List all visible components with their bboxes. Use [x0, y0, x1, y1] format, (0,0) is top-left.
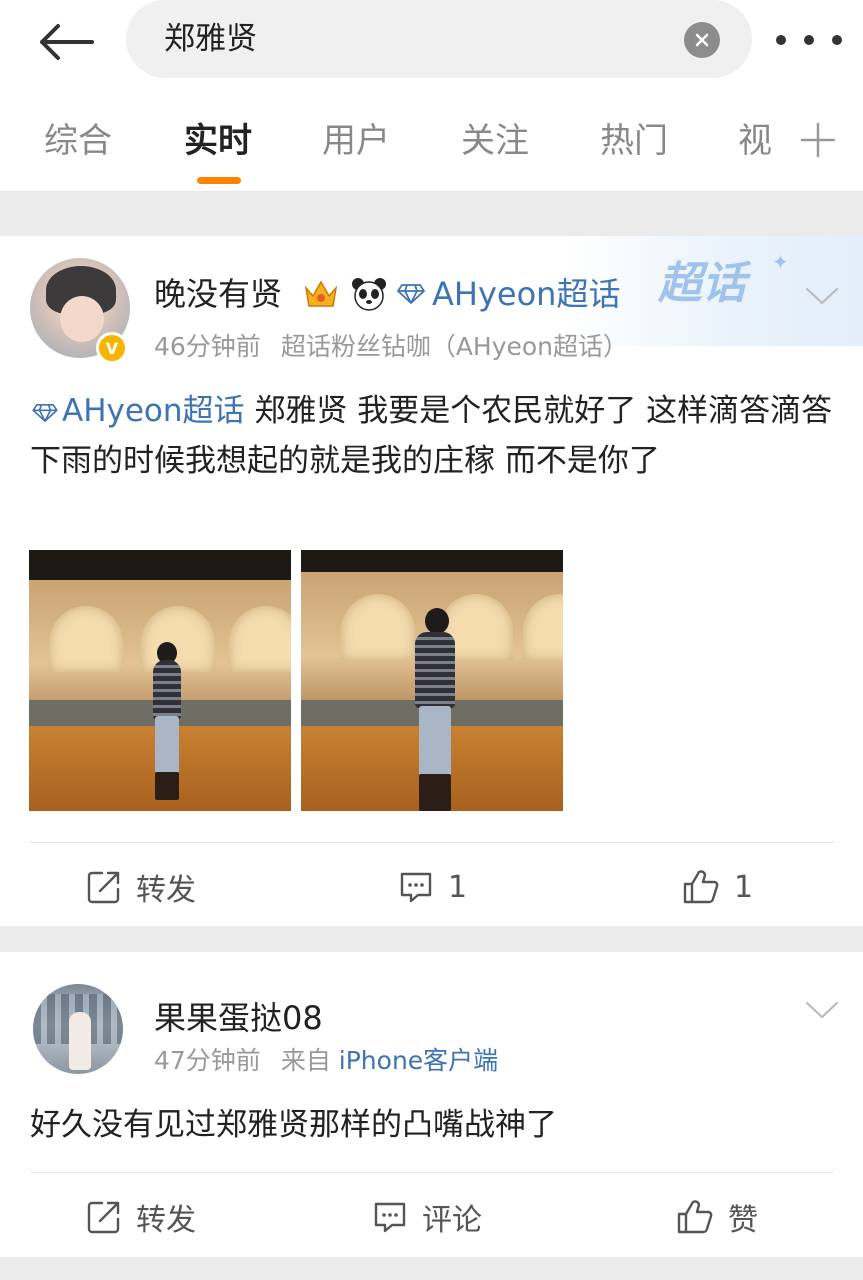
- post-username[interactable]: 晚没有贤: [154, 272, 282, 316]
- tab-comprehensive[interactable]: 综合: [44, 118, 112, 164]
- diamond-icon: [397, 284, 425, 304]
- search-tabs: 综合 实时 用户 关注 热门 视: [0, 100, 863, 192]
- avatar[interactable]: [33, 984, 123, 1074]
- post-image[interactable]: [301, 550, 563, 811]
- thumbs-up-icon: [683, 870, 719, 904]
- supertopic-link-label: AHyeon超话: [432, 275, 621, 313]
- repost-button[interactable]: 转发: [86, 1195, 196, 1239]
- post-meta: 46分钟前 超话粉丝钻咖（AHyeon超话）: [154, 330, 628, 364]
- add-tab-icon[interactable]: [798, 120, 838, 160]
- tab-hot[interactable]: 热门: [600, 118, 668, 164]
- comment-icon: [400, 872, 432, 903]
- post-meta: 47分钟前 来自 iPhone客户端: [154, 1044, 498, 1078]
- like-button[interactable]: 赞: [676, 1195, 758, 1239]
- post-action-bar: 转发 1 1: [30, 842, 834, 928]
- post-source: 超话粉丝钻咖（AHyeon超话）: [280, 332, 629, 361]
- tab-following[interactable]: 关注: [461, 118, 529, 164]
- comment-button[interactable]: 1: [398, 865, 467, 909]
- comment-button[interactable]: 评论: [372, 1195, 482, 1239]
- supertopic-watermark: 超话: [658, 258, 746, 309]
- post-username[interactable]: 果果蛋挞08: [154, 996, 323, 1040]
- inline-supertopic-label: AHyeon超话: [62, 393, 245, 429]
- crown-icon: [302, 275, 340, 313]
- verified-badge-icon: V: [96, 332, 128, 364]
- more-options-icon[interactable]: [776, 20, 842, 60]
- like-label: 赞: [728, 1203, 758, 1238]
- post-body: AHyeon超话 郑雅贤 我要是个农民就好了 这样滴答滴答下雨的时候我想起的就是…: [30, 386, 836, 486]
- post-time: 46分钟前: [154, 332, 261, 361]
- post-body: 好久没有见过郑雅贤那样的凸嘴战神了: [30, 1100, 836, 1150]
- like-button[interactable]: 1: [682, 865, 753, 909]
- sparkle-icon: ✦: [772, 250, 789, 274]
- post-text: 好久没有见过郑雅贤那样的凸嘴战神了: [30, 1107, 557, 1143]
- panda-icon: [350, 275, 388, 313]
- tab-users[interactable]: 用户: [322, 118, 390, 164]
- post-image[interactable]: [29, 550, 291, 811]
- active-tab-indicator: [197, 177, 241, 184]
- comment-count: 1: [448, 869, 468, 905]
- diamond-icon: [32, 404, 58, 422]
- repost-icon: [87, 871, 120, 904]
- back-arrow-icon[interactable]: [36, 18, 100, 66]
- search-input[interactable]: 郑雅贤: [126, 0, 752, 78]
- tab-realtime[interactable]: 实时: [184, 118, 252, 164]
- post-card: 果果蛋挞08 47分钟前 来自 iPhone客户端 好久没有见过郑雅贤那样的凸嘴战…: [0, 952, 863, 1257]
- repost-button[interactable]: 转发: [86, 865, 196, 909]
- post-card: 超话 ✦ V 晚没有贤 AHyeon超话 46分钟前 超话粉丝钻咖（AHyeon超…: [0, 236, 863, 926]
- inline-supertopic-link[interactable]: AHyeon超话: [30, 393, 245, 429]
- top-bar: 郑雅贤: [0, 0, 863, 100]
- chevron-down-icon[interactable]: [804, 998, 840, 1022]
- comment-icon: [374, 1202, 406, 1233]
- clear-search-icon[interactable]: [684, 22, 720, 58]
- supertopic-link[interactable]: AHyeon超话: [396, 272, 620, 316]
- tab-video[interactable]: 视: [738, 118, 772, 164]
- thumbs-up-icon: [677, 1200, 713, 1234]
- like-count: 1: [734, 869, 754, 905]
- comment-label: 评论: [422, 1203, 482, 1238]
- post-source-prefix: 来自: [280, 1046, 331, 1075]
- repost-icon: [87, 1201, 120, 1234]
- repost-label: 转发: [136, 873, 196, 908]
- chevron-down-icon[interactable]: [804, 284, 840, 308]
- repost-label: 转发: [136, 1203, 196, 1238]
- post-time: 47分钟前: [154, 1046, 261, 1075]
- post-action-bar: 转发 评论 赞: [30, 1172, 834, 1258]
- post-source[interactable]: iPhone客户端: [339, 1046, 498, 1075]
- search-query: 郑雅贤: [164, 21, 257, 57]
